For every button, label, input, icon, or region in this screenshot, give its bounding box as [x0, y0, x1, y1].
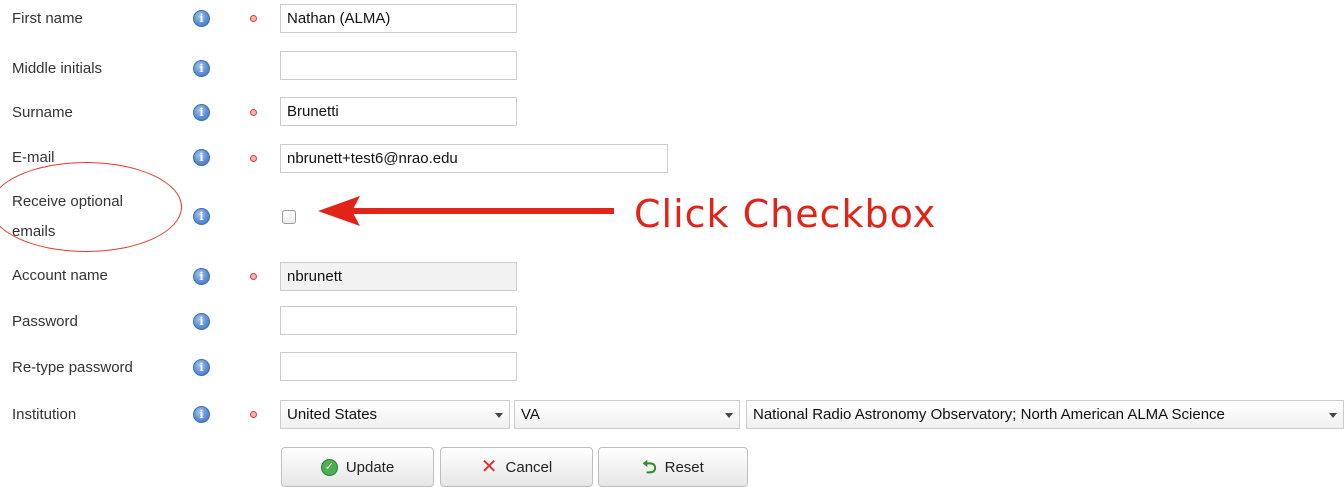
info-icon[interactable]: i — [193, 359, 210, 376]
chevron-down-icon — [1329, 413, 1337, 418]
required-dot-icon — [250, 155, 257, 162]
email-label: E-mail — [12, 149, 55, 166]
middle-initials-input[interactable] — [280, 51, 517, 80]
optional-emails-label-line1: Receive optional — [12, 193, 123, 210]
update-button[interactable]: ✓ Update — [281, 447, 434, 487]
info-icon[interactable]: i — [193, 10, 210, 27]
organization-select-value: National Radio Astronomy Observatory; No… — [753, 406, 1225, 423]
reset-arrow-icon: ⮌ — [642, 456, 657, 477]
annotation-text: Click Checkbox — [634, 192, 937, 236]
password-label: Password — [12, 313, 78, 330]
country-select-value: United States — [287, 406, 378, 423]
email-input[interactable]: nbrunett+test6@nrao.edu — [280, 144, 668, 173]
state-select[interactable]: VA — [514, 400, 740, 429]
info-icon[interactable]: i — [193, 208, 210, 225]
surname-input[interactable]: Brunetti — [280, 97, 517, 126]
retype-password-label: Re-type password — [12, 359, 133, 376]
required-dot-icon — [250, 273, 257, 280]
chevron-down-icon — [725, 413, 733, 418]
info-icon[interactable]: i — [193, 60, 210, 77]
organization-select[interactable]: National Radio Astronomy Observatory; No… — [746, 400, 1344, 429]
info-icon[interactable]: i — [193, 313, 210, 330]
required-dot-icon — [250, 109, 257, 116]
retype-password-input[interactable] — [280, 352, 517, 381]
check-circle-icon: ✓ — [320, 458, 338, 476]
first-name-label: First name — [12, 10, 83, 27]
country-select[interactable]: United States — [280, 400, 510, 429]
institution-label: Institution — [12, 406, 77, 423]
info-icon[interactable]: i — [193, 149, 210, 166]
account-name-label: Account name — [12, 267, 108, 284]
x-icon: ✕ — [480, 455, 498, 478]
required-dot-icon — [250, 411, 257, 418]
info-icon[interactable]: i — [193, 268, 210, 285]
state-select-value: VA — [521, 406, 540, 423]
password-input[interactable] — [280, 306, 517, 335]
account-name-input[interactable]: nbrunett — [280, 262, 517, 291]
surname-label: Surname — [12, 104, 73, 121]
middle-initials-label: Middle initials — [12, 60, 103, 77]
reset-button-label: Reset — [664, 458, 704, 476]
required-dot-icon — [250, 15, 257, 22]
optional-emails-checkbox[interactable] — [282, 210, 296, 224]
cancel-button-label: Cancel — [505, 458, 553, 476]
optional-emails-label-line2: emails — [12, 223, 56, 240]
cancel-button[interactable]: ✕ Cancel — [440, 447, 593, 487]
info-icon[interactable]: i — [193, 104, 210, 121]
reset-button[interactable]: ⮌ Reset — [598, 447, 748, 487]
annotation-arrow-icon — [318, 196, 614, 226]
update-button-label: Update — [345, 458, 395, 476]
first-name-input[interactable]: Nathan (ALMA) — [280, 4, 517, 33]
chevron-down-icon — [495, 413, 503, 418]
info-icon[interactable]: i — [193, 406, 210, 423]
